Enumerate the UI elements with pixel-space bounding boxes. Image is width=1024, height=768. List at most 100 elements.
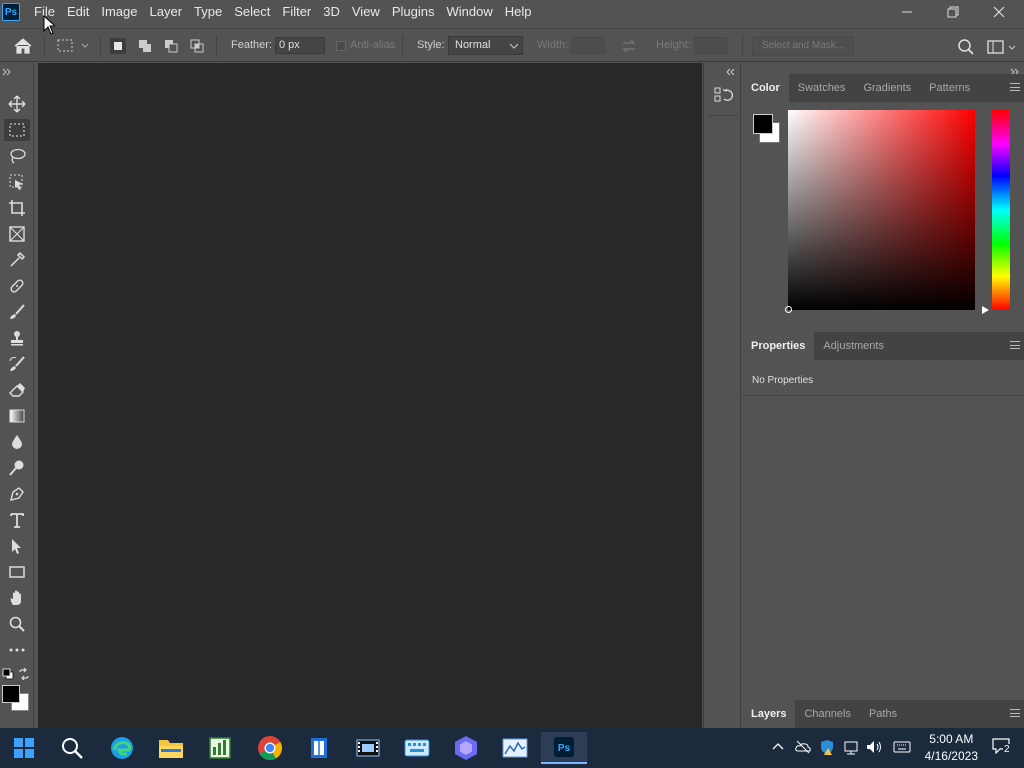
gradient-tool[interactable] [4,405,30,427]
width-input[interactable] [571,37,605,54]
layers-panel-menu-icon[interactable] [1010,709,1020,717]
history-brush-tool[interactable] [4,353,30,375]
menu-view[interactable]: View [346,0,386,24]
subtract-selection-button[interactable] [163,38,179,54]
clone-stamp-tool[interactable] [4,327,30,349]
search-taskbar-button[interactable] [52,732,92,764]
rectangle-tool[interactable] [4,561,30,583]
minimize-button[interactable] [884,0,930,24]
onedrive-icon[interactable] [795,740,811,754]
select-and-mask-button[interactable]: Select and Mask... [752,36,854,56]
color-field[interactable] [785,110,975,313]
tab-swatches[interactable]: Swatches [789,74,855,102]
intersect-selection-button[interactable] [189,38,205,54]
add-selection-button[interactable] [137,38,153,54]
menu-edit[interactable]: Edit [61,0,95,24]
new-selection-button[interactable] [110,38,126,54]
tab-patterns[interactable]: Patterns [920,74,979,102]
keyboard-app-taskbar-button[interactable] [397,732,437,764]
path-selection-tool[interactable] [4,535,30,557]
tab-color[interactable]: Color [742,74,789,102]
object-selection-tool[interactable] [4,171,30,193]
photoshop-taskbar-button[interactable]: Ps [541,732,587,764]
menu-filter[interactable]: Filter [276,0,317,24]
style-select[interactable]: Normal [448,36,523,55]
menu-select[interactable]: Select [228,0,276,24]
workspace-switcher[interactable] [987,38,1019,56]
home-button[interactable] [12,37,34,55]
height-input[interactable] [694,37,728,54]
reader-taskbar-button[interactable] [299,732,339,764]
menu-plugins[interactable]: Plugins [386,0,441,24]
lasso-tool[interactable] [4,145,30,167]
eyedropper-tool[interactable] [4,249,30,271]
rectangular-marquee-tool[interactable] [4,119,30,141]
crop-tool[interactable] [4,197,30,219]
menu-window[interactable]: Window [440,0,498,24]
eraser-tool[interactable] [4,379,30,401]
panel-foreground-swatch[interactable] [753,114,773,134]
ai-app-taskbar-button[interactable] [446,732,486,764]
edge-taskbar-button[interactable] [102,732,142,764]
photo-app-taskbar-button[interactable] [495,732,535,764]
rectangle-icon [9,566,25,578]
tab-paths[interactable]: Paths [860,700,906,728]
chrome-taskbar-button[interactable] [250,732,290,764]
canvas-area[interactable] [38,63,702,728]
expand-panels-button[interactable] [1010,65,1020,76]
swap-dimensions-button[interactable] [621,39,637,53]
video-editor-taskbar-button[interactable] [348,732,388,764]
frame-tool[interactable] [4,223,30,245]
hue-slider-handle-icon[interactable] [982,306,990,314]
restore-button[interactable] [930,0,976,24]
hue-slider[interactable] [982,110,1010,314]
keyboard-layout-icon[interactable] [893,740,911,754]
close-icon [993,6,1005,18]
close-button[interactable] [976,0,1022,24]
volume-icon[interactable] [866,739,884,755]
edit-toolbar-button[interactable] [4,639,30,661]
tab-properties[interactable]: Properties [742,332,815,360]
menu-3d[interactable]: 3D [317,0,346,24]
foreground-color-swatch[interactable] [2,685,20,703]
minimize-icon [902,11,912,13]
show-hidden-icons-button[interactable] [772,741,784,753]
antialias-checkbox[interactable] [336,41,346,51]
start-button[interactable] [4,732,44,764]
notifications-button[interactable]: 2 [992,738,1016,758]
hand-tool[interactable] [4,587,30,609]
file-explorer-taskbar-button[interactable] [151,732,191,764]
pen-tool[interactable] [4,483,30,505]
type-tool[interactable] [4,509,30,531]
menu-layer[interactable]: Layer [144,0,189,24]
spreadsheet-taskbar-button[interactable] [200,732,240,764]
blur-tool[interactable] [4,431,30,453]
color-panel-menu-icon[interactable] [1010,83,1020,91]
search-button[interactable] [957,38,975,56]
security-shield-icon[interactable] [819,739,835,755]
color-picker-cursor[interactable] [785,306,792,313]
tool-preset-picker[interactable] [56,38,92,54]
menu-help[interactable]: Help [499,0,538,24]
dodge-tool[interactable] [4,457,30,479]
collapse-tools-button[interactable] [2,65,12,76]
spot-healing-tool[interactable] [4,275,30,297]
history-panel-button[interactable] [713,85,734,107]
zoom-tool[interactable] [4,613,30,635]
collapse-dock-button[interactable] [726,65,736,76]
tab-gradients[interactable]: Gradients [854,74,920,102]
properties-panel-menu-icon[interactable] [1010,341,1020,349]
tab-channels[interactable]: Channels [795,700,859,728]
menu-type[interactable]: Type [188,0,228,24]
brush-tool[interactable] [4,301,30,323]
tab-adjustments[interactable]: Adjustments [814,332,893,360]
add-selection-icon [139,40,151,52]
taskbar-clock[interactable]: 5:00 AM 4/16/2023 [925,731,978,765]
feather-input[interactable]: 0 px [275,37,325,54]
menu-image[interactable]: Image [95,0,143,24]
tab-layers[interactable]: Layers [742,700,796,728]
default-colors-button[interactable] [2,668,14,680]
network-icon[interactable] [843,739,859,755]
move-tool[interactable] [4,93,30,115]
swap-colors-button[interactable] [18,667,30,681]
